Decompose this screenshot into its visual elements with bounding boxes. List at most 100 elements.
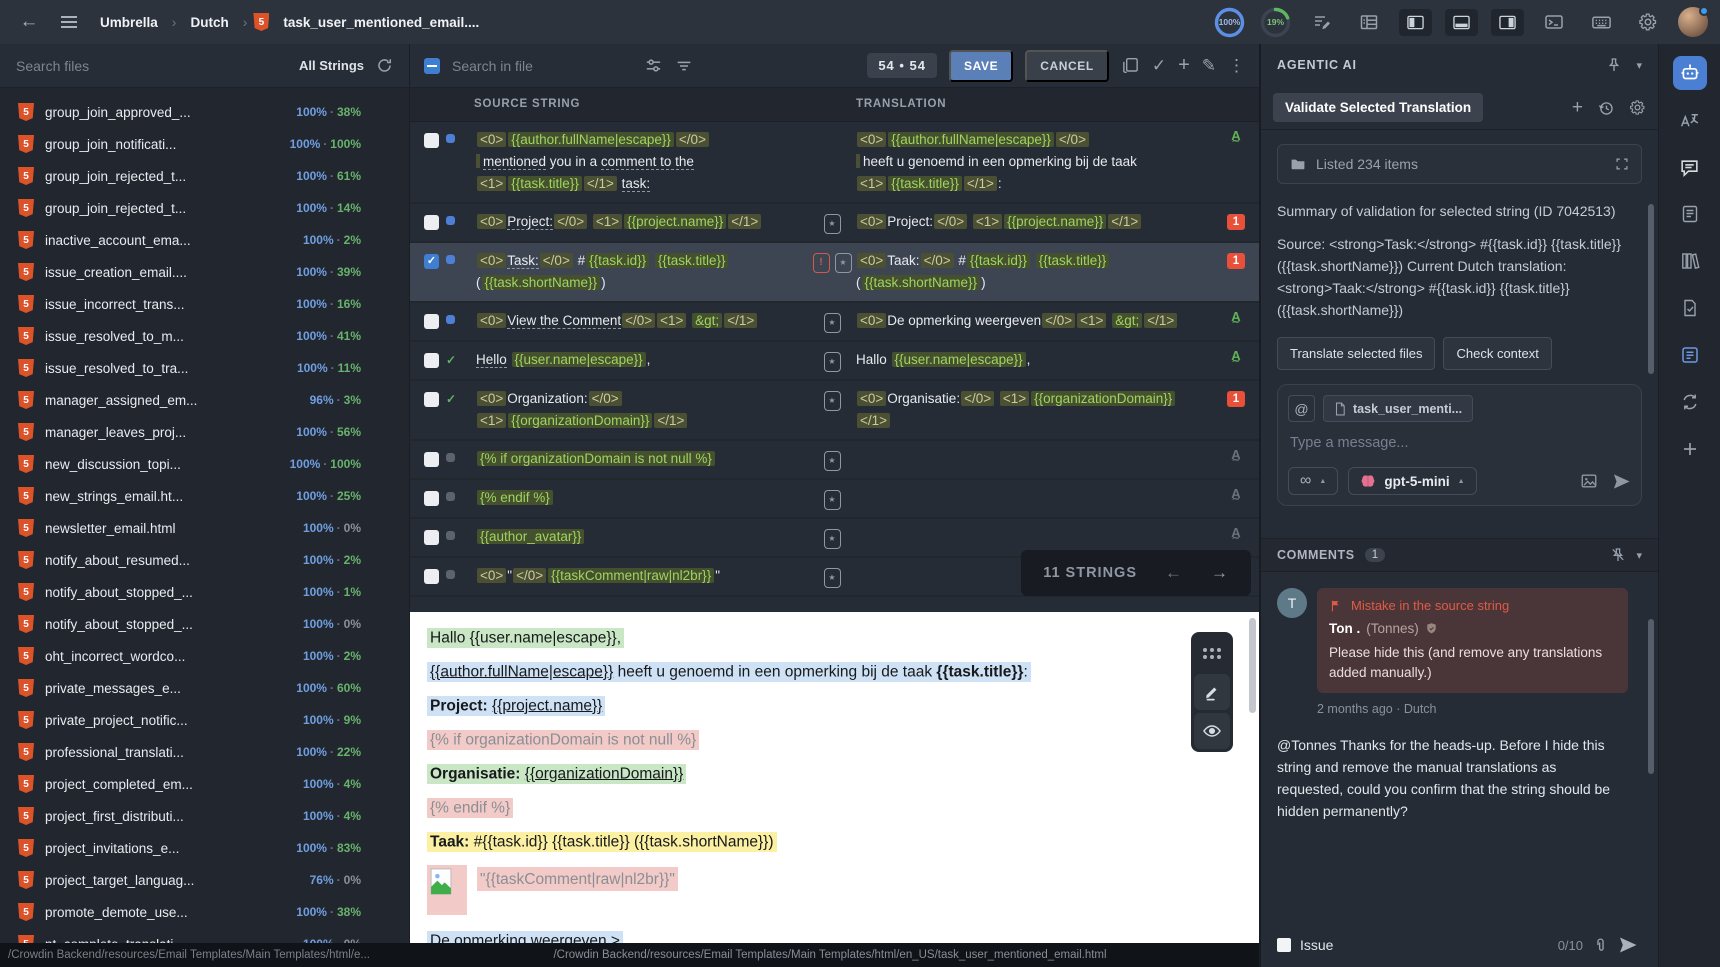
file-list-item[interactable]: 5notify_about_resumed...100%·2% [0,544,409,576]
file-list-item[interactable]: 5group_join_notificati...100%·100% [0,128,409,160]
qa-check-icon[interactable]: A∼ [1231,132,1240,145]
translated-progress-ring[interactable]: 100% [1213,6,1246,39]
string-checkbox[interactable] [424,452,439,467]
refresh-icon[interactable] [376,57,393,74]
file-list-item[interactable]: 5private_messages_e...100%·60% [0,672,409,704]
file-list-item[interactable]: 5notify_about_stopped_...100%·0% [0,608,409,640]
save-button[interactable]: SAVE [949,50,1013,82]
add-panel-button[interactable] [1673,432,1707,466]
message-input[interactable]: Type a message... [1290,435,1629,451]
edit-icon[interactable]: ✎ [1202,56,1216,76]
string-checkbox[interactable] [424,215,439,230]
strings-filter-dropdown[interactable]: All Strings [299,58,364,73]
string-checkbox[interactable] [424,353,439,368]
breadcrumb-file[interactable]: task_user_mentioned_email.... [283,15,479,30]
comments-scrollbar-thumb[interactable] [1648,619,1654,774]
translation-memory-button[interactable] [1673,338,1707,372]
prev-page-icon[interactable]: ← [1165,563,1183,583]
insert-image-icon[interactable] [1580,472,1598,490]
issue-comment-icon[interactable]: ! [813,253,830,273]
string-checkbox[interactable] [424,314,439,329]
side-by-side-view-button[interactable] [1352,5,1386,39]
qa-check-icon[interactable]: A∼ [1231,529,1240,542]
qa-issues-badge[interactable]: 1 [1227,391,1245,407]
reply-draft-text[interactable]: @Tonnes Thanks for the heads-up. Before … [1277,734,1642,822]
comment-card[interactable]: Mistake in the source string Ton . (Tonn… [1317,588,1628,693]
machine-translate-button[interactable] [1673,103,1707,137]
sync-button[interactable] [1673,385,1707,419]
source-string-cell[interactable]: {% if organizationDomain is not null %} [476,448,808,470]
string-row[interactable]: ✓Hello {{user.name|escape}},★Hallo {{use… [410,342,1259,381]
user-avatar[interactable] [1678,7,1708,37]
translation-cell[interactable]: <0>Project:</0> <1>{{project.name}}</1> [856,211,1213,233]
settings-button[interactable] [1631,5,1665,39]
collapse-comments-icon[interactable]: ▾ [1636,549,1642,562]
translation-cell[interactable]: <0>Taak:</0> #{{task.id}} {{task.title}}… [856,250,1213,294]
screenshot-context-icon[interactable]: ★ [824,568,841,588]
file-list-item[interactable]: 5oht_incorrect_wordco...100%·2% [0,640,409,672]
attached-file-chip[interactable]: task_user_menti... [1323,395,1473,422]
issue-checkbox[interactable] [1277,938,1291,952]
preview-edit-button[interactable] [1194,674,1230,710]
paperclip-icon[interactable] [1592,937,1609,954]
layout-right-panel-button[interactable] [1491,9,1524,36]
preview-drag-handle[interactable] [1194,635,1230,671]
translation-cell[interactable]: <0>{{author.fullName|escape}}</0>heeft u… [856,129,1213,195]
unpin-comments-button[interactable] [1610,547,1626,563]
file-list-item[interactable]: 5newsletter_email.html100%·0% [0,512,409,544]
search-in-file-input[interactable]: Search in file [452,58,632,74]
string-row[interactable]: ✓<0>Organization:</0><1>{{organizationDo… [410,381,1259,441]
qa-issues-badge[interactable]: 1 [1227,253,1245,269]
new-chat-icon[interactable]: + [1572,97,1583,119]
glossary-button[interactable] [1673,244,1707,278]
source-string-cell[interactable]: <0>Task:</0> #{{task.id}} {{task.title}}… [476,250,808,294]
shortcuts-button[interactable] [1584,5,1618,39]
qa-check-icon[interactable]: A∼ [1231,451,1240,464]
string-checkbox[interactable] [424,530,439,545]
source-string-cell[interactable]: <0>"</0>{{taskComment|raw|nl2br}}" [476,565,808,587]
history-icon[interactable] [1597,99,1615,117]
expand-icon[interactable] [1615,157,1629,171]
translation-cell[interactable]: <0>Organisatie:</0> <1>{{organizationDom… [856,388,1213,432]
string-row[interactable]: ✓ <0>Task:</0> #{{task.id}} {{task.title}… [410,243,1259,303]
source-string-cell[interactable]: <0>View the Comment</0><1> &gt;</1> [476,310,808,332]
next-page-icon[interactable]: → [1211,563,1229,583]
send-message-icon[interactable] [1612,472,1631,491]
file-list-item[interactable]: 5new_discussion_topi...100%·100% [0,448,409,480]
file-tasks-button[interactable] [1673,291,1707,325]
translation-cell[interactable]: Hallo {{user.name|escape}}, [856,349,1213,371]
main-menu-button[interactable] [52,5,86,39]
string-checkbox[interactable] [424,491,439,506]
ai-scrollbar-thumb[interactable] [1648,204,1654,374]
preview-visibility-button[interactable] [1194,713,1230,749]
comment-author[interactable]: Ton . [1329,621,1360,636]
file-list-item[interactable]: 5issue_creation_email....100%·39% [0,256,409,288]
context-mode-dropdown[interactable]: ∞ ▲ [1288,467,1338,495]
source-string-cell[interactable]: <0>Organization:</0><1>{{organizationDom… [476,388,808,432]
proofread-mode-button[interactable] [1305,5,1339,39]
string-checkbox[interactable] [424,392,439,407]
qa-check-icon[interactable]: A∼ [1231,313,1240,326]
screenshot-context-icon[interactable]: ★ [824,352,841,372]
string-checkbox[interactable] [424,569,439,584]
cancel-button[interactable]: CANCEL [1025,50,1109,82]
string-checkbox[interactable]: ✓ [424,254,439,269]
qa-check-icon[interactable]: A∼ [1231,352,1240,365]
string-row[interactable]: <0>{{author.fullName|escape}}</0>mention… [410,122,1259,204]
approved-progress-ring[interactable]: 19% [1259,6,1292,39]
translation-cell[interactable]: <0>De opmerking weergeven</0><1> &gt;</1… [856,310,1213,332]
layout-left-panel-button[interactable] [1399,9,1432,36]
screenshot-context-icon[interactable]: ★ [835,253,852,273]
filter-icon[interactable] [675,57,693,75]
more-options-icon[interactable]: ⋮ [1228,56,1245,76]
file-list-item[interactable]: 5issue_incorrect_trans...100%·16% [0,288,409,320]
file-list-item[interactable]: 5pt_complete_translati...100%·0% [0,928,409,943]
console-button[interactable] [1537,5,1571,39]
send-comment-icon[interactable] [1618,935,1638,955]
string-row[interactable]: <0>View the Comment</0><1> &gt;</1>★<0>D… [410,303,1259,342]
file-list-item[interactable]: 5new_strings_email.ht...100%·25% [0,480,409,512]
file-list-item[interactable]: 5project_target_languag...76%·0% [0,864,409,896]
comments-button[interactable] [1673,150,1707,184]
source-string-cell[interactable]: Hello {{user.name|escape}}, [476,349,808,371]
file-list-item[interactable]: 5professional_translati...100%·22% [0,736,409,768]
